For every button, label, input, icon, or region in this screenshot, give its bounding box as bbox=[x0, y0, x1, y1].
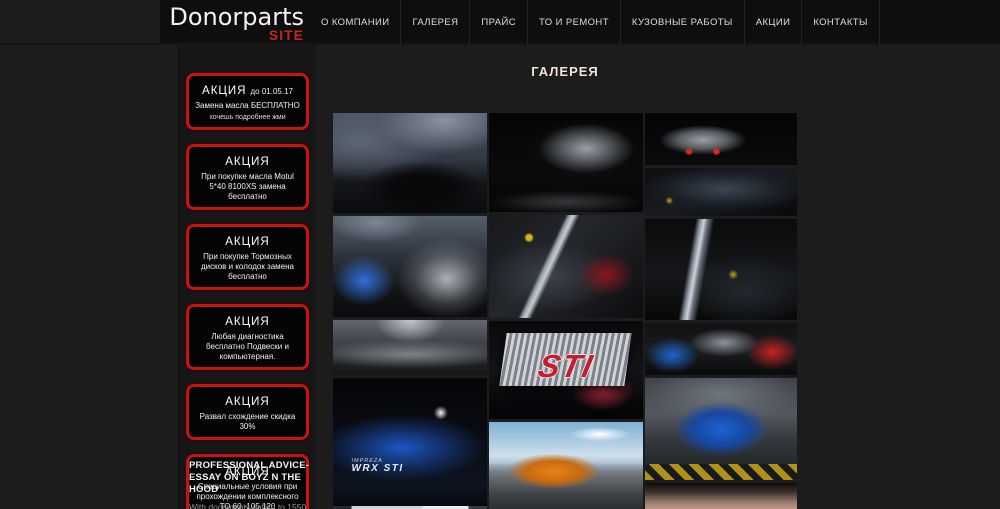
photo-silver-car-dark-studio[interactable] bbox=[489, 113, 643, 212]
nav-item-4[interactable]: КУЗОВНЫЕ РАБОТЫ bbox=[620, 0, 744, 45]
promo-banner-4[interactable]: АКЦИЯ Развал схождение скидка 30% bbox=[186, 384, 309, 440]
gallery-column-1: STI bbox=[489, 113, 643, 509]
nav-item-label: КУЗОВНЫЕ РАБОТЫ bbox=[632, 17, 733, 28]
nav-item-3[interactable]: ТО И РЕМОНТ bbox=[527, 0, 620, 45]
nav-item-1[interactable]: ГАЛЕРЕЯ bbox=[400, 0, 469, 45]
page: Donorparts SITE О КОМПАНИИ ГАЛЕРЕЯ ПРАЙС ТО… bbox=[0, 0, 1000, 509]
promo-title: АКЦИЯ bbox=[202, 85, 246, 97]
photo-sti-intercooler[interactable]: STI bbox=[489, 321, 643, 419]
promo-title: АКЦИЯ bbox=[225, 396, 269, 408]
promo-title: АКЦИЯ bbox=[225, 236, 269, 248]
sidebar-article: PROFESSIONAL ADVICE-ESSAY ON BOYZ N THE … bbox=[189, 460, 311, 509]
promo-text: При покупке Тормозных дисков и колодок з… bbox=[192, 252, 303, 282]
gallery-column-2 bbox=[645, 113, 797, 509]
nav-item-2[interactable]: ПРАЙС bbox=[469, 0, 527, 45]
photo-blue-wrx-front-caption: IMPREZAWRX STI bbox=[351, 459, 403, 475]
nav-item-label: ТО И РЕМОНТ bbox=[539, 17, 609, 28]
main-nav: О КОМПАНИИ ГАЛЕРЕЯ ПРАЙС ТО И РЕМОНТ КУЗОВНЫ… bbox=[310, 0, 880, 45]
logo[interactable]: Donorparts SITE bbox=[162, 4, 304, 42]
promo-text: Любая диагностика бесплатно Подвески и к… bbox=[192, 332, 303, 362]
nav-item-label: ПРАЙС bbox=[481, 17, 516, 28]
nav-item-6[interactable]: КОНТАКТЫ bbox=[801, 0, 879, 45]
promo-list: АКЦИЯдо 01.05.17 Замена масла БЕСПЛАТНО … bbox=[179, 73, 316, 509]
photo-black-car-sunset-clouds[interactable] bbox=[333, 113, 487, 213]
header: Donorparts SITE О КОМПАНИИ ГАЛЕРЕЯ ПРАЙС ТО… bbox=[0, 0, 1000, 45]
photo-engine-strut-bar[interactable] bbox=[645, 219, 797, 320]
photo-blue-red-cars-parts[interactable] bbox=[645, 323, 797, 375]
promo-banner-2[interactable]: АКЦИЯ При покупке Тормозных дисков и кол… bbox=[186, 224, 309, 290]
promo-title: АКЦИЯ bbox=[225, 156, 269, 168]
promo-text: При покупке масла Motul 5*40 8100XS заме… bbox=[192, 172, 303, 202]
promo-cta: хочешь подробнее жми bbox=[192, 113, 303, 122]
nav-item-label: АКЦИИ bbox=[756, 17, 791, 28]
page-title: ГАЛЕРЕЯ bbox=[333, 64, 797, 79]
article-body: With documents dating to 1550 BC, bbox=[189, 502, 311, 509]
promo-banner-0[interactable]: АКЦИЯдо 01.05.17 Замена масла БЕСПЛАТНО … bbox=[186, 73, 309, 130]
photo-orange-race-car[interactable] bbox=[489, 422, 643, 509]
promo-title: АКЦИЯ bbox=[225, 316, 269, 328]
nav-item-0[interactable]: О КОМПАНИИ bbox=[310, 0, 400, 45]
promo-banner-3[interactable]: АКЦИЯ Любая диагностика бесплатно Подвес… bbox=[186, 304, 309, 370]
promo-text: Развал схождение скидка 30% bbox=[192, 412, 303, 432]
nav-item-label: ГАЛЕРЕЯ bbox=[412, 17, 458, 28]
nav-item-label: О КОМПАНИИ bbox=[321, 17, 389, 28]
photo-blue-wrx-front[interactable]: IMPREZAWRX STI bbox=[333, 378, 487, 509]
promo-date: до 01.05.17 bbox=[250, 87, 292, 96]
gallery-grid: IMPREZAWRX STI STI bbox=[333, 113, 797, 509]
sidebar: АКЦИЯдо 01.05.17 Замена масла БЕСПЛАТНО … bbox=[178, 45, 316, 509]
photo-sti-intercooler-caption: STI bbox=[489, 350, 643, 382]
photo-blue-and-silver-cars[interactable] bbox=[333, 216, 487, 317]
article-heading-link[interactable]: PROFESSIONAL ADVICE-ESSAY ON BOYZ N THE … bbox=[189, 460, 311, 496]
nav-item-label: КОНТАКТЫ bbox=[813, 17, 867, 28]
photo-monochrome-car-lineup[interactable] bbox=[333, 320, 487, 375]
photo-blue-rally-car[interactable] bbox=[645, 378, 797, 480]
photo-engine-bay-dark[interactable] bbox=[645, 168, 797, 216]
photo-engine-bay-red-accent[interactable] bbox=[489, 215, 643, 318]
photo-sunset-sky[interactable] bbox=[645, 483, 797, 509]
nav-item-5[interactable]: АКЦИИ bbox=[744, 0, 802, 45]
promo-text: Замена масла БЕСПЛАТНО bbox=[192, 101, 303, 111]
gallery-column-0: IMPREZAWRX STI bbox=[333, 113, 487, 509]
promo-banner-1[interactable]: АКЦИЯ При покупке масла Motul 5*40 8100X… bbox=[186, 144, 309, 210]
photo-silver-car-red-wheels[interactable] bbox=[645, 113, 797, 165]
